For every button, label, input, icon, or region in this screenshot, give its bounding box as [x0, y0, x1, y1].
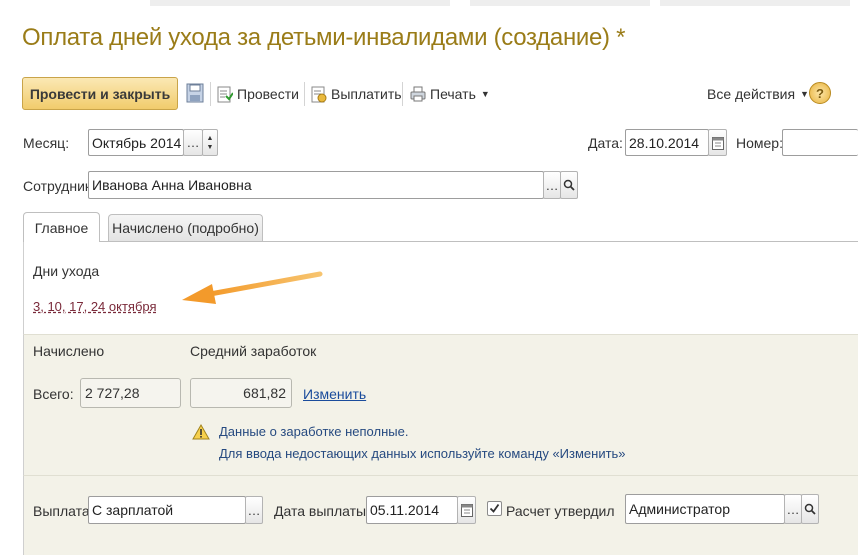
- total-value-field: 2 727,28: [80, 378, 181, 408]
- dropdown-arrow-icon: ▼: [480, 89, 490, 99]
- post-icon: [217, 85, 234, 103]
- tab-main[interactable]: Главное: [23, 212, 100, 242]
- payout-label: Выплата:: [33, 503, 94, 519]
- arrow-annotation-icon: [182, 271, 323, 304]
- toolbar-separator: [304, 82, 305, 106]
- employee-select-button[interactable]: …: [543, 171, 561, 199]
- month-stepper[interactable]: ▲ ▼: [202, 129, 218, 156]
- approved-label: Расчет утвердил: [506, 503, 615, 519]
- all-actions-label: Все действия: [707, 86, 796, 102]
- approved-checkbox[interactable]: [487, 501, 502, 516]
- window-title: Оплата дней ухода за детьми-инвалидами (…: [22, 24, 626, 51]
- date-label: Дата:: [588, 135, 623, 151]
- toolbar-separator: [210, 82, 211, 106]
- accrued-label: Начислено: [33, 343, 105, 359]
- employee-search-icon[interactable]: [560, 171, 578, 199]
- approver-select-button[interactable]: …: [784, 494, 802, 524]
- month-field[interactable]: Октябрь 2014: [88, 129, 184, 156]
- window-top-strip: [0, 0, 858, 6]
- all-actions-button[interactable]: Все действия ▼: [707, 82, 809, 106]
- number-field[interactable]: [782, 129, 858, 156]
- approver-search-icon[interactable]: [801, 494, 819, 524]
- warning-text-line2: Для ввода недостающих данных используйте…: [219, 446, 626, 461]
- warning-icon: [192, 424, 210, 440]
- payout-date-field[interactable]: 05.11.2014: [366, 496, 458, 524]
- month-label: Месяц:: [23, 135, 70, 151]
- approver-field[interactable]: Администратор: [625, 494, 785, 524]
- tab-accrued-details[interactable]: Начислено (подробно): [108, 214, 263, 241]
- warning-text-line1: Данные о заработке неполные.: [219, 424, 409, 439]
- employee-field[interactable]: Иванова Анна Ивановна: [88, 171, 544, 199]
- care-days-label: Дни ухода: [33, 263, 100, 279]
- checkmark-icon: [489, 503, 500, 513]
- care-days-link[interactable]: 3, 10, 17, 24 октября: [33, 299, 157, 314]
- post-and-close-button[interactable]: Провести и закрыть: [22, 77, 178, 110]
- payout-field[interactable]: С зарплатой: [88, 496, 246, 524]
- change-link[interactable]: Изменить: [303, 386, 366, 402]
- help-icon[interactable]: ?: [809, 82, 831, 104]
- print-button[interactable]: Печать ▼: [410, 82, 490, 106]
- save-icon[interactable]: [186, 83, 204, 103]
- care-days-panel: [23, 242, 858, 334]
- post-button[interactable]: Провести: [217, 82, 299, 106]
- post-label: Провести: [237, 86, 299, 102]
- pay-label: Выплатить: [331, 86, 402, 102]
- toolbar-separator: [402, 82, 403, 106]
- print-label: Печать: [430, 86, 476, 102]
- calendar-icon[interactable]: [457, 496, 476, 524]
- date-field[interactable]: 28.10.2014: [625, 129, 709, 156]
- employee-label: Сотрудник:: [23, 178, 95, 194]
- avg-earnings-label: Средний заработок: [190, 343, 317, 359]
- pay-button[interactable]: Выплатить: [311, 82, 402, 106]
- dropdown-arrow-icon: ▼: [800, 89, 809, 99]
- calendar-icon[interactable]: [708, 129, 727, 156]
- payout-date-label: Дата выплаты:: [274, 503, 370, 519]
- avg-earnings-field: 681,82: [190, 378, 292, 408]
- payout-select-button[interactable]: …: [245, 496, 263, 524]
- total-label: Всего:: [33, 386, 74, 402]
- number-label: Номер:: [736, 135, 783, 151]
- pay-icon: [311, 85, 327, 103]
- printer-icon: [410, 85, 426, 103]
- month-select-button[interactable]: …: [183, 129, 203, 156]
